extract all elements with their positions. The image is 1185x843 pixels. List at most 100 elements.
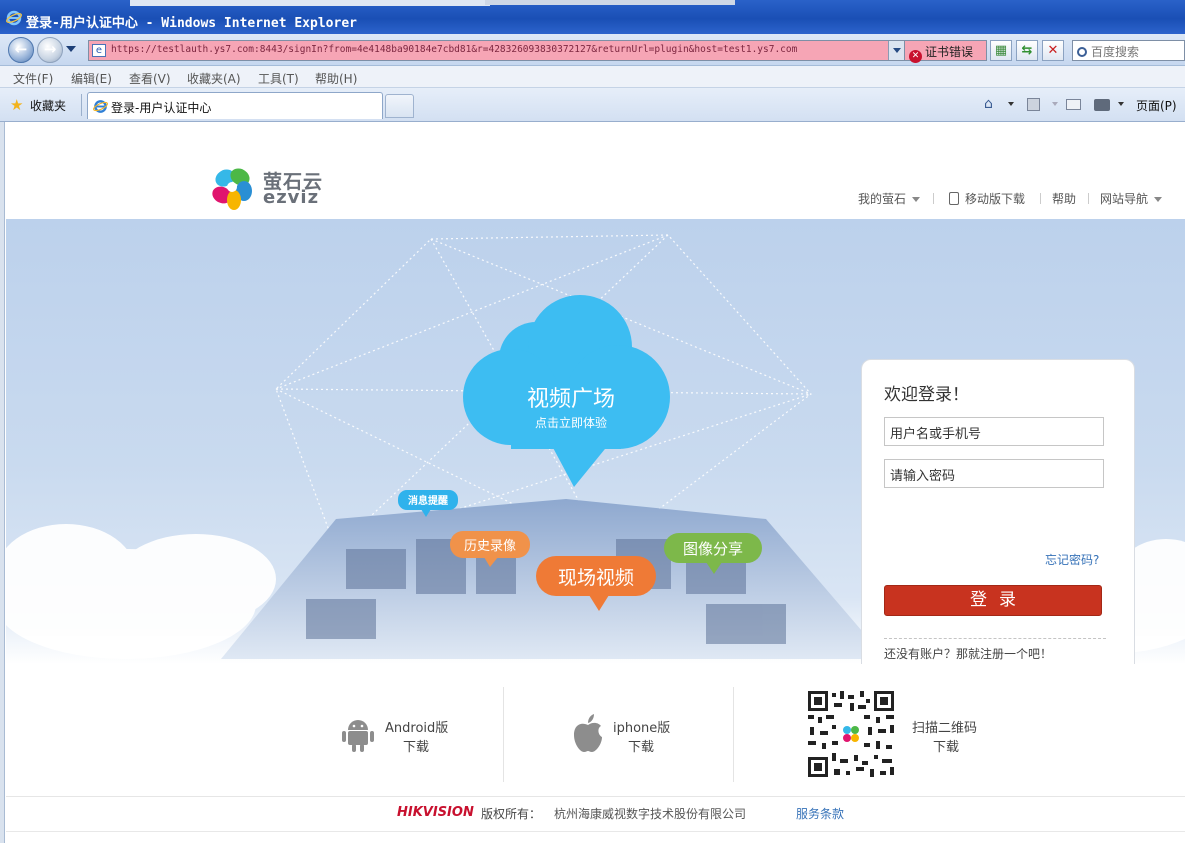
iphone-download-label: 下载 [628,740,655,755]
welcome-heading: 欢迎登录！ [884,385,969,405]
window-titlebar: 登录-用户认证中心 - Windows Internet Explorer [0,0,1185,34]
window-title: 登录-用户认证中心 - Windows Internet Explorer [26,16,357,31]
login-panel: 欢迎登录！ 用户名或手机号 请输入密码 忘记密码? 登录 还没有账户？那就注册一… [861,359,1135,664]
chevron-down-icon [912,197,921,202]
stop-button[interactable]: ✕ [1042,40,1064,61]
search-icon [1077,47,1087,57]
web-page: 萤石云 ezviz 我的萤石 移动版下载 帮助 网站导航 视频广场 点击立即体验… [6,123,1185,843]
tab-title: 登录-用户认证中心 [111,101,212,115]
android-download[interactable]: Android版 下载 [342,683,472,783]
bubble-live-video: 现场视频 [557,567,634,589]
menu-view[interactable]: 查看(V) [129,70,171,87]
bubble-history-recording: 历史录像 [463,539,516,554]
qr-label: 扫描二维码 [912,721,978,736]
back-arrow-icon: ← [14,40,28,58]
print-icon[interactable] [1094,99,1110,111]
nav-help[interactable]: 帮助 [1052,190,1076,207]
downloads-divider [503,687,504,782]
titlebar-overlap [130,0,490,6]
nav-mobile-download[interactable]: 移动版下载 [949,190,1025,207]
iphone-label: iphone版 [613,721,671,736]
print-dropdown-icon[interactable] [1118,102,1124,106]
home-icon[interactable]: ⌂ [984,96,993,112]
refresh-button[interactable]: ⇆ [1016,40,1038,61]
footer-divider [6,796,1185,797]
certificate-error-button[interactable]: ✕ 证书错误 [905,40,987,63]
read-mail-icon[interactable] [1066,99,1081,110]
iphone-download[interactable]: iphone版 下载 [572,683,702,783]
forgot-password-link[interactable]: 忘记密码? [1045,551,1099,568]
favorites-button[interactable]: 收藏夹 [30,97,66,114]
chevron-down-icon [1154,197,1163,202]
forward-button[interactable]: → [37,37,63,63]
menu-tools[interactable]: 工具(T) [258,70,299,87]
video-square-subtitle[interactable]: 点击立即体验 [506,414,636,431]
nav-my-ezviz[interactable]: 我的萤石 [858,190,921,207]
titlebar-overlap-2 [485,0,735,5]
favorites-star-icon[interactable]: ★ [10,96,23,114]
menu-file[interactable]: 文件(F) [13,70,53,87]
copyright-label: 版权所有： [481,807,542,821]
android-icon [342,720,374,752]
android-label: Android版 [385,721,449,736]
menu-favorites[interactable]: 收藏夹(A) [187,70,241,87]
refresh-icon: ⇆ [1021,43,1033,58]
compatibility-view-button[interactable]: ▦ [990,40,1012,61]
address-url[interactable]: https://testlauth.ys7.com:8443/signIn?fr… [111,44,881,55]
nav-divider [1040,193,1041,204]
viewport-left-border [0,122,5,843]
downloads-divider [733,687,734,782]
address-dropdown-button[interactable] [888,41,904,60]
nav-site-navigation[interactable]: 网站导航 [1100,190,1163,207]
ezviz-logo[interactable]: 萤石云 ezviz [208,163,326,213]
bubble-message-alert: 消息提醒 [408,496,448,507]
page-menu-button[interactable]: 页面(P) [1136,97,1177,114]
page-bottom-divider [6,831,1185,832]
hero-banner: 视频广场 点击立即体验 消息提醒 历史录像 现场视频 图像分享 欢迎登录！ 用户… [6,219,1185,664]
logo-english-text: ezviz [263,187,320,208]
favbar-divider [81,94,82,116]
terms-of-service-link[interactable]: 服务条款 [796,805,844,822]
tab-ie-icon [93,100,108,113]
recent-pages-dropdown[interactable] [66,46,76,52]
no-account-text: 还没有账户？那就注册一个吧！ [884,647,1053,661]
search-input[interactable]: 百度搜索 [1072,40,1185,61]
feeds-icon[interactable] [1027,98,1040,111]
tab-login[interactable]: 登录-用户认证中心 [87,92,383,119]
menu-help[interactable]: 帮助(H) [315,70,357,87]
app-downloads: Android版 下载 iphone版 下载 扫描二维码 下载 [6,683,1185,793]
ezviz-flower-icon [212,168,252,210]
nav-divider [933,193,934,204]
nav-mobile-download-label: 移动版下载 [965,192,1026,206]
login-divider [884,638,1106,639]
ie-logo-icon [6,10,22,26]
address-field[interactable]: e https://testlauth.ys7.com:8443/signIn?… [88,40,905,61]
new-tab-button[interactable] [385,94,414,118]
feeds-dropdown-icon[interactable] [1052,102,1058,106]
company-name: 杭州海康威视数字技术股份有限公司 [554,807,747,821]
stop-icon: ✕ [1047,43,1059,58]
phone-icon [949,192,959,205]
address-toolbar: ← → e https://testlauth.ys7.com:8443/sig… [0,34,1185,66]
menu-edit[interactable]: 编辑(E) [71,70,112,87]
android-download-label: 下载 [403,740,430,755]
username-field[interactable]: 用户名或手机号 [884,417,1104,446]
cert-error-shield-icon: ✕ [909,50,922,63]
video-square-title[interactable]: 视频广场 [506,381,636,413]
qr-download-label: 下载 [933,740,960,755]
home-dropdown-icon[interactable] [1008,102,1014,106]
nav-site-navigation-label: 网站导航 [1100,192,1149,206]
nav-my-ezviz-label: 我的萤石 [858,192,907,206]
page-favicon-icon: e [92,44,106,57]
favorites-bar: ★ 收藏夹 登录-用户认证中心 ⌂ 页面(P) [0,88,1185,122]
qr-download[interactable]: 扫描二维码 下载 [806,683,996,783]
forward-arrow-icon: → [43,40,57,58]
compatibility-icon: ▦ [994,43,1008,58]
password-field[interactable]: 请输入密码 [884,459,1104,488]
apple-icon [574,714,602,752]
hikvision-logo: HIKVISION [397,805,474,820]
menu-bar: 文件(F) 编辑(E) 查看(V) 收藏夹(A) 工具(T) 帮助(H) [0,66,1185,88]
page-footer: HIKVISION 版权所有： 杭州海康威视数字技术股份有限公司 服务条款 [6,803,1185,823]
login-button[interactable]: 登录 [884,585,1102,616]
back-button[interactable]: ← [8,37,34,63]
